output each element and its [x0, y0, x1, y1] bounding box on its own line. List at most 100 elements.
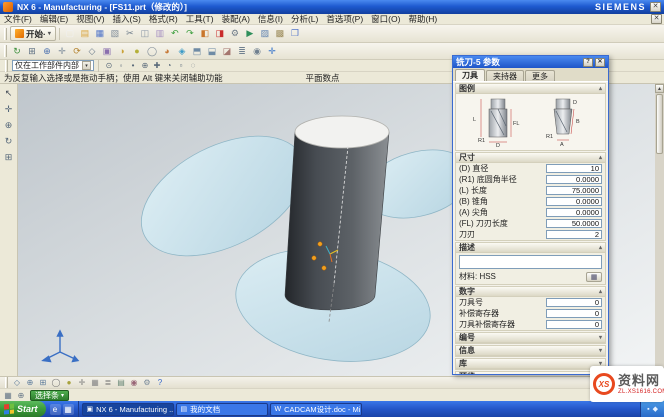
tray-icon-network[interactable]: ▪	[647, 406, 649, 413]
snap-point-icon[interactable]: ⊙	[103, 60, 115, 72]
snap-icon[interactable]: ✛	[76, 377, 88, 388]
menu-assemblies[interactable]: 装配(A)	[218, 13, 254, 25]
information-group-header[interactable]: 信息 ▾	[456, 346, 605, 356]
shaded-edges-icon[interactable]: ◑	[115, 44, 129, 58]
save-icon[interactable]: ▦	[93, 27, 107, 41]
snapshot-icon[interactable]: ▣	[100, 44, 114, 58]
tab-holder[interactable]: 夹持器	[486, 70, 524, 81]
milling-tool-parameters-dialog[interactable]: 铣刀-5 参数 ? ✕ 刀具 夹持器 更多 图例 ▴	[452, 55, 609, 375]
wcs-triad[interactable]	[43, 331, 78, 362]
wireframe-display-icon[interactable]: ◯	[50, 377, 62, 388]
taskbar-app-nx[interactable]: ▣ NX 6 - Manufacturing ...	[82, 403, 174, 416]
rotate-view-icon[interactable]: ⟳	[70, 44, 84, 58]
generate-toolpath-icon[interactable]: ⚙	[228, 27, 242, 41]
toolbar-grip[interactable]	[5, 377, 8, 389]
postprocess-icon[interactable]: ▨	[258, 27, 272, 41]
show-hide-icon[interactable]: ◉	[250, 44, 264, 58]
taskbar-app-word[interactable]: W CADCAM设计.doc - Mi...	[270, 403, 362, 416]
dialog-help-button[interactable]: ?	[583, 58, 593, 67]
quadrant-point-icon[interactable]: ◔	[163, 60, 175, 72]
menu-format[interactable]: 格式(R)	[145, 13, 182, 25]
window-close-button[interactable]: ✕	[650, 2, 661, 12]
shaded-icon[interactable]: ●	[130, 44, 144, 58]
selection-scope-dropdown[interactable]: 仅在工作部件内部 ▾	[12, 60, 94, 71]
copy-icon[interactable]: ◫	[138, 27, 152, 41]
point-on-curve-icon[interactable]: ◌	[187, 60, 199, 72]
perspective-icon[interactable]: ◇	[85, 44, 99, 58]
menu-information[interactable]: 信息(I)	[254, 13, 287, 25]
preview-group-header[interactable]: 预览 ▴	[456, 372, 605, 374]
window-icon[interactable]: ❐	[288, 27, 302, 41]
menu-insert[interactable]: 插入(S)	[109, 13, 145, 25]
redo-icon[interactable]: ↷	[183, 27, 197, 41]
new-icon[interactable]: ▢	[63, 27, 77, 41]
flutes-field[interactable]: 2	[546, 230, 602, 239]
legend-group-header[interactable]: 图例 ▴	[456, 84, 605, 94]
center-point-icon[interactable]: ⊕	[139, 60, 151, 72]
taskbar-app-documents[interactable]: ▤ 我的文档	[176, 403, 268, 416]
pointer-icon[interactable]: ↖	[2, 86, 16, 100]
preferences-icon[interactable]: ⚙	[141, 377, 153, 388]
dialog-close-button[interactable]: ✕	[595, 58, 605, 67]
wireframe-icon[interactable]: ◯	[145, 44, 159, 58]
lower-radius-field[interactable]: 0.0000	[546, 175, 602, 184]
macro-icon[interactable]: ◉	[128, 377, 140, 388]
menu-window[interactable]: 窗口(O)	[367, 13, 404, 25]
cutcom-register-field[interactable]: 0	[546, 320, 602, 329]
cut-icon[interactable]: ✂	[123, 27, 137, 41]
wcs-dynamics-icon[interactable]: ✛	[265, 44, 279, 58]
fit-view-icon[interactable]: ⊞	[25, 44, 39, 58]
length-field[interactable]: 75.0000	[546, 186, 602, 195]
status-grid-icon[interactable]: ▦	[2, 390, 14, 401]
zoom-in-out-icon[interactable]: ⊕	[24, 377, 36, 388]
ie-quicklaunch-icon[interactable]: e	[50, 404, 61, 415]
adjust-register-field[interactable]: 0	[546, 309, 602, 318]
menu-file[interactable]: 文件(F)	[0, 13, 36, 25]
grid-icon[interactable]: ▦	[89, 377, 101, 388]
point-marker[interactable]	[312, 256, 316, 260]
description-group-header[interactable]: 描述 ▴	[456, 243, 605, 253]
help-bottom-icon[interactable]: ?	[154, 377, 166, 388]
title-bar[interactable]: NX 6 - Manufacturing - [FS11.prt（修改的）] S…	[0, 0, 664, 14]
child-window-close-button[interactable]: ✕	[651, 14, 662, 24]
desktop-quicklaunch-icon[interactable]: ▦	[63, 404, 74, 415]
point-marker[interactable]	[322, 266, 326, 270]
midpoint-icon[interactable]: •	[127, 60, 139, 72]
menu-tools[interactable]: 工具(T)	[182, 13, 218, 25]
studio-render-icon[interactable]: ◕	[160, 44, 174, 58]
orient-view-icon[interactable]: ◇	[11, 377, 23, 388]
start-menu-button[interactable]: 开始· ▾	[10, 26, 56, 41]
flute-length-field[interactable]: 50.0000	[546, 219, 602, 228]
endpoint-icon[interactable]: ◦	[115, 60, 127, 72]
dialog-title-bar[interactable]: 铣刀-5 参数 ? ✕	[453, 56, 608, 68]
numbering-group-header[interactable]: 编号 ▾	[456, 333, 605, 343]
material-library-button[interactable]: ▦	[586, 272, 602, 282]
create-geometry-icon[interactable]: ◧	[198, 27, 212, 41]
create-operation-icon[interactable]: ◨	[213, 27, 227, 41]
menu-analysis[interactable]: 分析(L)	[287, 13, 322, 25]
print-icon[interactable]: ▧	[108, 27, 122, 41]
menu-help[interactable]: 帮助(H)	[404, 13, 441, 25]
shop-doc-icon[interactable]: ▩	[273, 27, 287, 41]
dimensions-group-header[interactable]: 尺寸 ▴	[456, 153, 605, 163]
chevron-down-icon[interactable]: ▾	[82, 61, 91, 70]
tip-angle-field[interactable]: 0.0000	[546, 208, 602, 217]
menu-preferences[interactable]: 首选项(P)	[322, 13, 367, 25]
verify-toolpath-icon[interactable]: ▶	[243, 27, 257, 41]
intersection-icon[interactable]: ✚	[151, 60, 163, 72]
menu-view[interactable]: 视图(V)	[72, 13, 108, 25]
paste-icon[interactable]: ▥	[153, 27, 167, 41]
scroll-up-icon[interactable]: ▲	[655, 84, 664, 93]
existing-point-icon[interactable]: ▫	[175, 60, 187, 72]
fit-small-icon[interactable]: ⊞	[2, 150, 16, 164]
layer-settings-icon[interactable]: ≣	[235, 44, 249, 58]
undo-icon[interactable]: ↶	[168, 27, 182, 41]
cylinder-top-face[interactable]	[295, 116, 389, 148]
face-analysis-icon[interactable]: ◈	[175, 44, 189, 58]
start-button[interactable]: Start	[0, 401, 46, 417]
layers-icon[interactable]: ≣	[102, 377, 114, 388]
info-window-icon[interactable]: ▤	[115, 377, 127, 388]
rotate-icon[interactable]: ↻	[2, 134, 16, 148]
menu-edit[interactable]: 编辑(E)	[36, 13, 72, 25]
numbers-group-header[interactable]: 数字 ▴	[456, 287, 605, 297]
